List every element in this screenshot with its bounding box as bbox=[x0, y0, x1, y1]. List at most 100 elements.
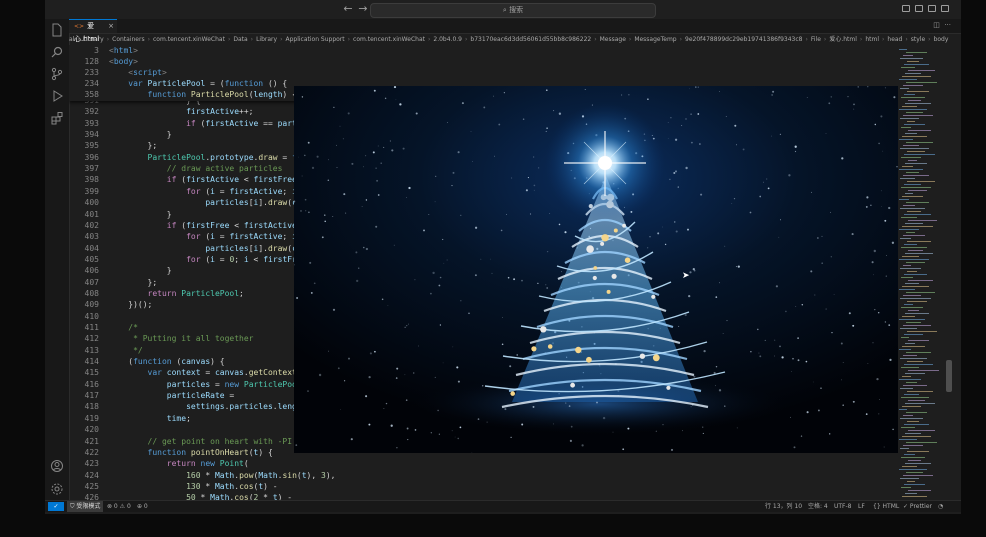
minimap-line bbox=[906, 382, 917, 383]
snow-flake bbox=[657, 232, 660, 235]
settings-gear-icon[interactable] bbox=[50, 482, 64, 496]
breadcrumb-item[interactable]: head bbox=[887, 36, 902, 43]
code-line[interactable]: 233 <script> bbox=[69, 67, 897, 78]
code-token: 160 bbox=[186, 470, 201, 480]
breadcrumb-item[interactable]: File bbox=[811, 36, 821, 43]
indentation[interactable]: 空格: 4 bbox=[808, 501, 828, 512]
notifications-bell-icon[interactable]: ◔ bbox=[938, 501, 943, 512]
toggle-sidebar-icon[interactable] bbox=[902, 5, 910, 12]
cursor-position[interactable]: 行 13，列 10 bbox=[765, 501, 802, 512]
christmas-tree-video[interactable]: ➤ bbox=[294, 86, 898, 453]
breadcrumb-item[interactable]: Library bbox=[256, 36, 277, 43]
snow-flake bbox=[697, 86, 699, 88]
snow-flake bbox=[501, 343, 504, 346]
extensions-icon[interactable] bbox=[50, 111, 64, 125]
breadcrumb-item[interactable]: Library bbox=[83, 36, 104, 43]
code-line[interactable]: 424 160 * Math.pow(Math.sin(t), 3), bbox=[69, 470, 897, 481]
minimap-line bbox=[899, 79, 917, 80]
problems-count[interactable]: ⊗ 0 ⚠ 0 bbox=[107, 501, 131, 512]
breadcrumb-item[interactable]: Message bbox=[600, 36, 626, 43]
minimap-line bbox=[899, 199, 909, 200]
breadcrumb-item[interactable]: html bbox=[865, 36, 879, 43]
search-icon[interactable] bbox=[50, 45, 64, 59]
minimap-line bbox=[907, 481, 915, 482]
code-token: var bbox=[128, 79, 148, 88]
snow-flake bbox=[318, 373, 322, 377]
snow-flake bbox=[395, 377, 398, 379]
snow-flake bbox=[558, 112, 562, 115]
encoding[interactable]: UTF-8 bbox=[834, 501, 852, 512]
code-line[interactable]: 3 <html> bbox=[69, 45, 897, 56]
minimap-line bbox=[901, 97, 925, 98]
toggle-panel-icon[interactable] bbox=[915, 5, 923, 12]
split-editor-icon[interactable]: ◫ bbox=[933, 21, 940, 29]
snow-flake bbox=[402, 147, 405, 150]
source-control-icon[interactable] bbox=[50, 67, 64, 81]
language-mode[interactable]: {} HTML bbox=[873, 501, 899, 512]
minimap-line bbox=[908, 340, 929, 341]
minimap-line bbox=[905, 343, 915, 344]
breadcrumb-item[interactable]: Containers bbox=[112, 36, 144, 43]
code-token: firstActive bbox=[186, 107, 240, 117]
breadcrumb-item[interactable]: 9e20f478899dc29eb19741386f9343c8 bbox=[685, 36, 802, 43]
minimap[interactable] bbox=[897, 45, 945, 503]
snow-flake bbox=[356, 279, 359, 283]
snow-flake bbox=[893, 96, 896, 99]
account-icon[interactable] bbox=[50, 459, 64, 473]
snow-flake bbox=[688, 88, 690, 90]
code-token: for bbox=[186, 254, 201, 264]
breadcrumb-item[interactable]: body bbox=[934, 36, 949, 43]
close-icon[interactable]: × bbox=[108, 20, 114, 32]
back-arrow-icon[interactable]: ← bbox=[341, 2, 355, 15]
code-token: < bbox=[239, 175, 254, 185]
minimap-line bbox=[905, 493, 917, 494]
code-token: getContext bbox=[248, 368, 297, 378]
remote-indicator-icon[interactable]: ✓ bbox=[48, 502, 64, 511]
end-of-line[interactable]: LF bbox=[858, 501, 865, 512]
snow-flake bbox=[662, 424, 664, 426]
toggle-secondary-sidebar-icon[interactable] bbox=[928, 5, 936, 12]
snow-flake bbox=[774, 339, 776, 341]
snow-flake bbox=[817, 409, 820, 412]
snow-flake bbox=[500, 229, 503, 232]
code-token: function bbox=[224, 79, 264, 88]
tab-heart-html[interactable]: <> 爱心.html × bbox=[69, 19, 117, 43]
snow-flake bbox=[670, 448, 674, 451]
command-center-search[interactable]: ⌕ 搜索 bbox=[370, 3, 656, 18]
more-actions-icon[interactable]: ··· bbox=[944, 21, 951, 29]
code-line[interactable]: 423 return new Point( bbox=[69, 458, 897, 469]
files-icon[interactable] bbox=[50, 23, 64, 37]
snow-flake bbox=[830, 96, 832, 98]
restricted-mode[interactable]: ⛉ 受限模式 bbox=[67, 501, 104, 512]
snow-flake bbox=[867, 86, 869, 88]
line-number: 406 bbox=[84, 266, 99, 276]
breadcrumb-item[interactable]: Application Support bbox=[285, 36, 344, 43]
code-line[interactable]: 128 <body> bbox=[69, 56, 897, 67]
breadcrumb-item[interactable]: Data bbox=[233, 36, 247, 43]
minimap-line bbox=[905, 163, 927, 164]
minimap-line bbox=[904, 364, 933, 365]
breadcrumb-item[interactable]: al bbox=[69, 36, 74, 43]
prettier-formatter[interactable]: ✓ Prettier bbox=[903, 501, 932, 512]
snow-flake bbox=[622, 448, 625, 451]
breadcrumb-item[interactable]: 爱心.html bbox=[829, 36, 857, 43]
snow-flake bbox=[510, 436, 512, 439]
snow-flake bbox=[767, 187, 770, 190]
minimap-line bbox=[902, 316, 915, 317]
code-line[interactable]: 425 130 * Math.cos(t) - bbox=[69, 481, 897, 492]
breadcrumb-item[interactable]: MessageTemp bbox=[634, 36, 676, 43]
snow-flake bbox=[848, 312, 851, 315]
run-debug-icon[interactable] bbox=[50, 89, 64, 103]
breadcrumb-item[interactable]: com.tencent.xinWeChat bbox=[153, 36, 225, 43]
snow-flake bbox=[785, 310, 787, 313]
customize-layout-icon[interactable] bbox=[941, 5, 949, 12]
ports-count[interactable]: ⊕ 0 bbox=[137, 501, 148, 512]
breadcrumb-item[interactable]: style bbox=[911, 36, 925, 43]
snow-flake bbox=[533, 189, 535, 191]
breadcrumb-item[interactable]: 2.0b4.0.9 bbox=[433, 36, 462, 43]
breadcrumb-item[interactable]: b73170eac6d3dd56061d55bb8c986222 bbox=[470, 36, 591, 43]
breadcrumb-item[interactable]: com.tencent.xinWeChat bbox=[353, 36, 425, 43]
snow-flake bbox=[296, 297, 299, 299]
forward-arrow-icon[interactable]: → bbox=[356, 2, 370, 15]
vertical-scrollbar-thumb[interactable] bbox=[946, 360, 952, 392]
